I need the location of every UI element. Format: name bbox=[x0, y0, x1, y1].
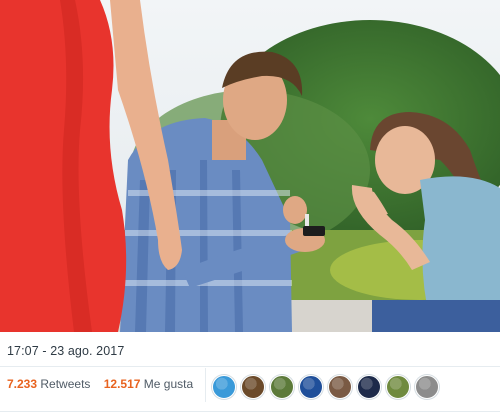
tweet-photo[interactable] bbox=[0, 0, 500, 332]
face-avatar-icon[interactable] bbox=[328, 375, 352, 399]
person-avatar-icon[interactable] bbox=[241, 375, 265, 399]
like-count: 12.517 bbox=[103, 377, 141, 391]
scenery-avatar-icon[interactable] bbox=[386, 375, 410, 399]
retweet-label: Retweets bbox=[40, 377, 91, 391]
portrait-avatar-icon[interactable] bbox=[415, 375, 439, 399]
divider bbox=[0, 411, 500, 412]
liker-avatars bbox=[212, 375, 439, 399]
tweet-timestamp[interactable]: 17:07 - 23 ago. 2017 bbox=[7, 344, 124, 358]
globe-avatar-icon[interactable] bbox=[212, 375, 236, 399]
tweet-stats: 7.233 Retweets 12.517 Me gusta bbox=[7, 377, 203, 391]
earth-avatar-icon[interactable] bbox=[299, 375, 323, 399]
retweet-stat[interactable]: 7.233 Retweets bbox=[7, 377, 90, 391]
dark-avatar-icon[interactable] bbox=[357, 375, 381, 399]
tweet-meta: 17:07 - 23 ago. 2017 7.233 Retweets 12.5… bbox=[0, 332, 500, 414]
stats-separator bbox=[205, 368, 206, 402]
landscape-avatar-icon[interactable] bbox=[270, 375, 294, 399]
like-label: Me gusta bbox=[143, 377, 194, 391]
distracted-boyfriend-photo bbox=[0, 0, 500, 332]
like-stat[interactable]: 12.517 Me gusta bbox=[104, 377, 193, 391]
retweet-count: 7.233 bbox=[7, 377, 38, 391]
divider bbox=[0, 366, 500, 367]
